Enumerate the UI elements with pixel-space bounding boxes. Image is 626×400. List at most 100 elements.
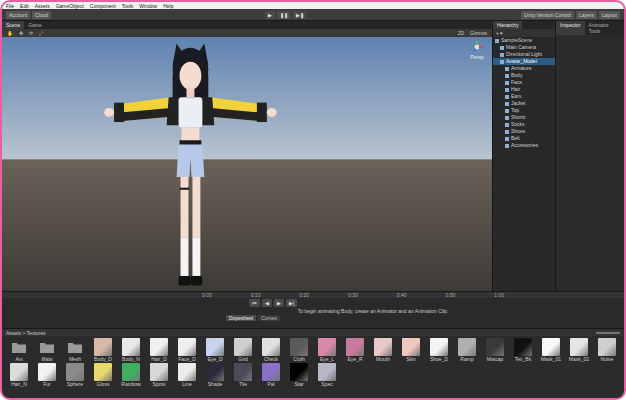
- gameobject-icon: [505, 109, 509, 113]
- asset-item[interactable]: Pal: [258, 363, 284, 387]
- menu-item[interactable]: Help: [163, 3, 173, 9]
- asset-item[interactable]: Fur: [34, 363, 60, 387]
- hierarchy-item[interactable]: Face: [493, 79, 555, 86]
- playback-button[interactable]: ◀: [262, 299, 272, 307]
- play-control[interactable]: ▶: [265, 11, 275, 19]
- time-ruler[interactable]: 0:000:100:200:300:400:501:00: [2, 292, 624, 298]
- toolbar-button[interactable]: Unity Version Control: [521, 11, 574, 19]
- tab[interactable]: Scene: [2, 21, 24, 29]
- breadcrumb[interactable]: Assets > Textures: [6, 330, 46, 336]
- hierarchy-item[interactable]: Top: [493, 107, 555, 114]
- menu-item[interactable]: Window: [139, 3, 157, 9]
- menu-item[interactable]: Edit: [20, 3, 29, 9]
- asset-item[interactable]: Ani: [6, 338, 32, 362]
- add-button[interactable]: + ▾: [493, 29, 555, 37]
- scene-viewport[interactable]: Persp: [2, 37, 492, 291]
- toolbar-button[interactable]: Layers: [576, 11, 597, 19]
- menu-item[interactable]: Tools: [122, 3, 134, 9]
- asset-item[interactable]: Mask_01: [538, 338, 564, 362]
- texture-icon: [234, 363, 252, 381]
- hierarchy-item[interactable]: Hair: [493, 86, 555, 93]
- asset-item[interactable]: Line: [174, 363, 200, 387]
- asset-item[interactable]: Hair_N: [6, 363, 32, 387]
- hierarchy-item[interactable]: Body: [493, 72, 555, 79]
- menu-item[interactable]: GameObject: [56, 3, 84, 9]
- hierarchy-item[interactable]: Shorts: [493, 114, 555, 121]
- asset-item[interactable]: Star: [286, 363, 312, 387]
- tool-button[interactable]: ⤢: [37, 30, 45, 36]
- asset-item[interactable]: Body_N: [118, 338, 144, 362]
- unity-editor: File Edit Assets GameObject Component Tools Wi…: [2, 2, 624, 398]
- tool-button[interactable]: ✥: [17, 30, 25, 36]
- texture-icon: [346, 338, 364, 356]
- tab[interactable]: Dopesheet: [226, 315, 256, 321]
- playback-button[interactable]: ▶: [274, 299, 284, 307]
- asset-item[interactable]: Noise: [594, 338, 620, 362]
- asset-item[interactable]: Spots: [146, 363, 172, 387]
- animation-message: To begin animating Body, create an Anima…: [122, 308, 624, 315]
- asset-item[interactable]: Cloth: [286, 338, 312, 362]
- asset-item[interactable]: Tex_Bk: [510, 338, 536, 362]
- tab[interactable]: Game: [24, 21, 46, 29]
- hierarchy-item[interactable]: Main Camera: [493, 44, 555, 51]
- menu-item[interactable]: File: [6, 3, 14, 9]
- toolbar-button[interactable]: Cloud: [32, 11, 51, 19]
- tab[interactable]: Hierarchy: [493, 21, 522, 29]
- tool-button[interactable]: 2D: [456, 30, 466, 36]
- hierarchy-item[interactable]: Shoes: [493, 128, 555, 135]
- ruler-tick: 0:00: [202, 292, 212, 298]
- play-control[interactable]: ❚❚: [277, 11, 291, 19]
- menu-item[interactable]: Component: [90, 3, 116, 9]
- ruler-tick: 0:50: [446, 292, 456, 298]
- hierarchy-item[interactable]: Accessories: [493, 142, 555, 149]
- asset-item[interactable]: Grid: [230, 338, 256, 362]
- asset-item[interactable]: Rainbow: [118, 363, 144, 387]
- asset-item[interactable]: Mask_02: [566, 338, 592, 362]
- asset-item[interactable]: Tile: [230, 363, 256, 387]
- asset-item[interactable]: Eye_R: [342, 338, 368, 362]
- hierarchy-item[interactable]: Ears: [493, 93, 555, 100]
- tool-button[interactable]: ✋: [5, 30, 15, 36]
- tool-button[interactable]: ⟳: [27, 30, 35, 36]
- playback-button[interactable]: ▶|: [286, 299, 297, 307]
- toolbar-button[interactable]: Account: [6, 11, 30, 19]
- asset-item[interactable]: Hair_D: [146, 338, 172, 362]
- asset-item[interactable]: Mesh: [62, 338, 88, 362]
- asset-item[interactable]: Sphere: [62, 363, 88, 387]
- zoom-slider[interactable]: [596, 332, 620, 334]
- hierarchy-item[interactable]: Socks: [493, 121, 555, 128]
- hierarchy-item[interactable]: Jacket: [493, 100, 555, 107]
- asset-item[interactable]: Ramp: [454, 338, 480, 362]
- menu-item[interactable]: Assets: [35, 3, 50, 9]
- asset-item[interactable]: Matcap: [482, 338, 508, 362]
- asset-item[interactable]: Eye_L: [314, 338, 340, 362]
- asset-item[interactable]: Shoe_D: [426, 338, 452, 362]
- tab[interactable]: Curves: [258, 315, 280, 321]
- hierarchy-item[interactable]: Avatar_Model: [493, 58, 555, 65]
- orientation-gizmo[interactable]: Persp: [470, 40, 484, 60]
- playback-button[interactable]: ⏮: [249, 299, 260, 307]
- gameobject-icon: [505, 116, 509, 120]
- hierarchy-item[interactable]: Belt: [493, 135, 555, 142]
- asset-item[interactable]: Face_D: [174, 338, 200, 362]
- asset-item[interactable]: Spec: [314, 363, 340, 387]
- asset-item[interactable]: Gloss: [90, 363, 116, 387]
- texture-icon: [318, 363, 336, 381]
- asset-item[interactable]: Mats: [34, 338, 60, 362]
- hierarchy-item[interactable]: Directional Light: [493, 51, 555, 58]
- tab[interactable]: Animator Tools: [585, 21, 624, 35]
- asset-item[interactable]: Body_D: [90, 338, 116, 362]
- tool-button[interactable]: Gizmos: [468, 30, 489, 36]
- texture-icon: [94, 338, 112, 356]
- asset-item[interactable]: Skin: [398, 338, 424, 362]
- asset-item[interactable]: Mouth: [370, 338, 396, 362]
- tab[interactable]: Inspector: [556, 21, 585, 35]
- asset-item[interactable]: Check: [258, 338, 284, 362]
- play-control[interactable]: ▶❚: [293, 11, 307, 19]
- ruler-tick: 0:10: [251, 292, 261, 298]
- asset-item[interactable]: Eye_D: [202, 338, 228, 362]
- hierarchy-item[interactable]: Armature: [493, 65, 555, 72]
- hierarchy-item[interactable]: SampleScene: [493, 37, 555, 44]
- asset-item[interactable]: Shade: [202, 363, 228, 387]
- toolbar-button[interactable]: Layout: [599, 11, 620, 19]
